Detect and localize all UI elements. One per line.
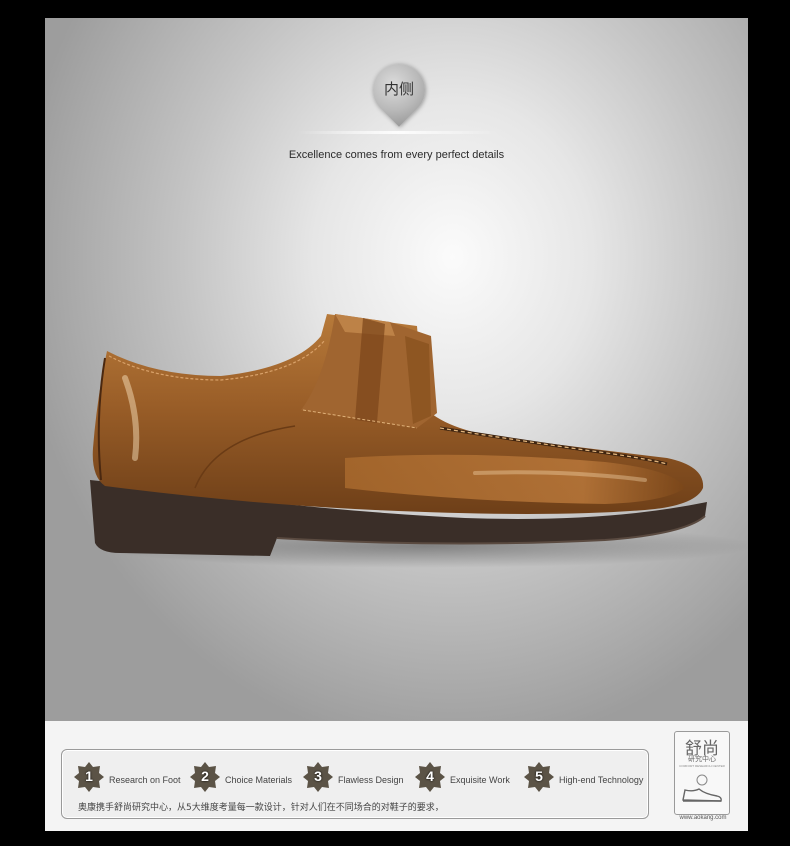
shoe-icon	[682, 774, 722, 802]
feature-description: 奥康携手舒尚研究中心，从5大维度考量每一款设计，针对人们在不同场合的对鞋子的要求…	[78, 803, 444, 813]
feature-item: 5 High-end Technology	[524, 760, 643, 794]
badge-icon: 4	[415, 762, 445, 792]
badge-icon: 5	[524, 762, 554, 792]
feature-number: 1	[85, 768, 93, 784]
feature-item: 1 Research on Foot	[74, 760, 181, 794]
feature-number: 5	[535, 768, 543, 784]
feature-label: Choice Materials	[225, 775, 293, 785]
product-image-area: 内侧 Excellence comes from every perfect d…	[45, 18, 748, 721]
feature-number: 3	[314, 768, 322, 784]
badge-icon: 2	[190, 762, 220, 792]
feature-label: Exquisite Work	[450, 775, 510, 785]
features-panel: 1 Research on Foot 2 Choice Materials 3 …	[61, 749, 649, 819]
website-url: www.aokang.com	[679, 815, 727, 821]
logo-subtitle: 研究中心	[688, 755, 716, 763]
logo-caption: COMFORT RESEARCH CENTER	[679, 764, 725, 768]
feature-item: 2 Choice Materials	[190, 760, 292, 794]
shoe-illustration	[90, 314, 748, 568]
feature-item: 3 Flawless Design	[303, 760, 404, 794]
brand-logo: 舒尚 研究中心 COMFORT RESEARCH CENTER	[674, 731, 730, 815]
badge-icon: 3	[303, 762, 333, 792]
feature-label: Research on Foot	[109, 775, 181, 785]
feature-item: 4 Exquisite Work	[415, 760, 510, 794]
feature-label: High-end Technology	[559, 775, 644, 785]
feature-label: Flawless Design	[338, 775, 404, 785]
badge-icon: 1	[74, 762, 104, 792]
feature-number: 4	[426, 768, 434, 784]
feature-number: 2	[201, 768, 209, 784]
features-strip: 1 Research on Foot 2 Choice Materials 3 …	[45, 721, 748, 831]
